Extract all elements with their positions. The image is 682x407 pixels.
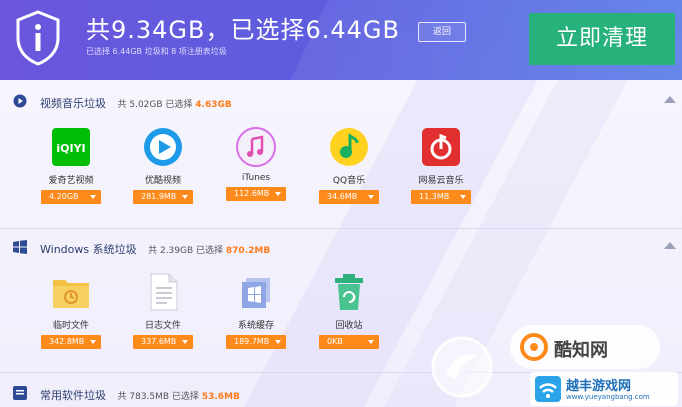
clean-now-button[interactable]: 立即清理 [529,13,675,65]
section-title: 视频音乐垃圾 共 5.02GB 已选择 4.63GB [40,95,232,111]
app-label: QQ音乐 [332,176,366,186]
size-dropdown[interactable]: 112.6MB [226,187,286,201]
recycle-bin-icon [329,272,369,312]
caret-down-icon [90,195,96,199]
header-title: 共9.34GB，已选择6.44GB [86,16,400,44]
back-button[interactable]: 返回 [418,22,466,42]
size-dropdown[interactable]: 342.8MB [41,335,101,349]
caret-down-icon [90,340,96,344]
watermark-site: 越丰游戏网 www.yueyangbang.com [530,372,678,406]
app-system-cache[interactable]: 系统缓存 189.7MB [220,272,292,349]
iqiyi-icon: iQIYI [51,127,91,167]
size-dropdown[interactable]: 4.20GB [41,190,101,204]
size-dropdown[interactable]: 189.7MB [226,335,286,349]
collapse-arrow-icon[interactable] [664,242,676,249]
section-header[interactable]: Windows 系统垃圾 共 2.39GB 已选择 870.2MB [0,236,682,258]
section-title-text: 常用软件垃圾 [40,389,106,402]
watermark-brand: 酷知网 [510,325,660,369]
svg-text:iQIYI: iQIYI [56,142,85,155]
header-banner: 共9.34GB，已选择6.44GB 已选择 6.44GB 垃圾和 8 项注册表垃… [0,0,682,80]
caret-down-icon [368,195,374,199]
section-stat: 共 5.02GB 已选择 4.63GB [118,100,232,110]
app-log-files[interactable]: 日志文件 337.6MB [127,272,199,349]
folder-clock-icon [51,272,91,312]
section-selected: 53.6MB [201,392,240,402]
section-selected: 870.2MB [225,246,271,256]
brand-logo-icon [520,333,548,361]
app-youku[interactable]: 优酷视频 281.9MB [127,127,199,204]
caret-down-icon [368,340,374,344]
shield-info-icon [16,10,60,66]
size-dropdown[interactable]: 34.6MB [319,190,379,204]
app-label: 临时文件 [52,321,89,331]
size-value: 11.3MB [419,192,450,201]
app-label: 爱奇艺视频 [48,176,94,186]
app-itunes[interactable]: iTunes 112.6MB [220,127,292,201]
app-temp-files[interactable]: 临时文件 342.8MB [35,272,107,349]
netease-music-icon [421,127,461,167]
app-label: 系统缓存 [237,321,274,331]
caret-down-icon [275,192,281,196]
size-value: 342.8MB [49,337,85,346]
caret-down-icon [460,195,466,199]
size-value: 337.6MB [141,337,177,346]
size-dropdown[interactable]: 281.9MB [133,190,193,204]
section-header[interactable]: 视频音乐垃圾 共 5.02GB 已选择 4.63GB [0,90,682,112]
size-value: 112.6MB [234,189,270,198]
section-video-music: 视频音乐垃圾 共 5.02GB 已选择 4.63GB iQIYI 爱奇艺视频 4… [0,90,682,230]
watermark-brand-text: 酷知网 [554,340,608,361]
size-dropdown[interactable]: 337.6MB [133,335,193,349]
caret-down-icon [275,340,281,344]
apps-grid-icon [13,386,27,400]
youku-icon [143,127,183,167]
qqmusic-icon [329,127,369,167]
app-label: 优酷视频 [144,176,181,186]
section-divider [0,228,682,229]
size-value: 4.20GB [49,192,79,201]
document-icon [143,272,183,312]
wifi-icon [535,376,561,402]
caret-down-icon [182,340,188,344]
app-label: iTunes [241,173,271,183]
app-label: 日志文件 [144,321,181,331]
section-stat: 共 783.5MB 已选择 53.6MB [118,392,240,402]
caret-down-icon [182,195,188,199]
size-value: 0KB [327,337,343,346]
section-selected: 4.63GB [195,100,232,110]
section-title: Windows 系统垃圾 共 2.39GB 已选择 870.2MB [40,241,270,257]
section-stat-text: 共 2.39GB 已选择 [148,246,224,256]
section-stat-text: 共 783.5MB 已选择 [117,392,199,402]
system-cache-icon [236,272,276,312]
app-netease-music[interactable]: 网易云音乐 11.3MB [405,127,477,204]
content-area: 视频音乐垃圾 共 5.02GB 已选择 4.63GB iQIYI 爱奇艺视频 4… [0,80,682,407]
watermark-site-url: www.yueyangbang.com [566,393,650,401]
section-title-text: 视频音乐垃圾 [40,97,106,110]
section-stat: 共 2.39GB 已选择 870.2MB [148,246,270,256]
app-label: 回收站 [335,321,363,331]
section-title-text: Windows 系统垃圾 [40,243,137,256]
size-value: 281.9MB [141,192,177,201]
app-recycle-bin[interactable]: 回收站 0KB [313,272,385,349]
size-dropdown[interactable]: 11.3MB [411,190,471,204]
itunes-icon [236,127,276,167]
app-qqmusic[interactable]: QQ音乐 34.6MB [313,127,385,204]
section-title: 常用软件垃圾 共 783.5MB 已选择 53.6MB [40,387,240,403]
collapse-arrow-icon[interactable] [664,96,676,103]
windows-icon [13,240,27,254]
app-label: 网易云音乐 [418,176,464,186]
play-circle-icon [13,94,27,108]
size-value: 189.7MB [234,337,270,346]
header-subtitle: 已选择 6.44GB 垃圾和 8 项注册表垃圾 [86,47,227,56]
app-iqiyi[interactable]: iQIYI 爱奇艺视频 4.20GB [35,127,107,204]
section-stat-text: 共 5.02GB 已选择 [117,100,193,110]
size-dropdown[interactable]: 0KB [319,335,379,349]
watermark-logo [430,335,494,399]
watermark-site-name: 越丰游戏网 [566,379,632,394]
size-value: 34.6MB [327,192,358,201]
